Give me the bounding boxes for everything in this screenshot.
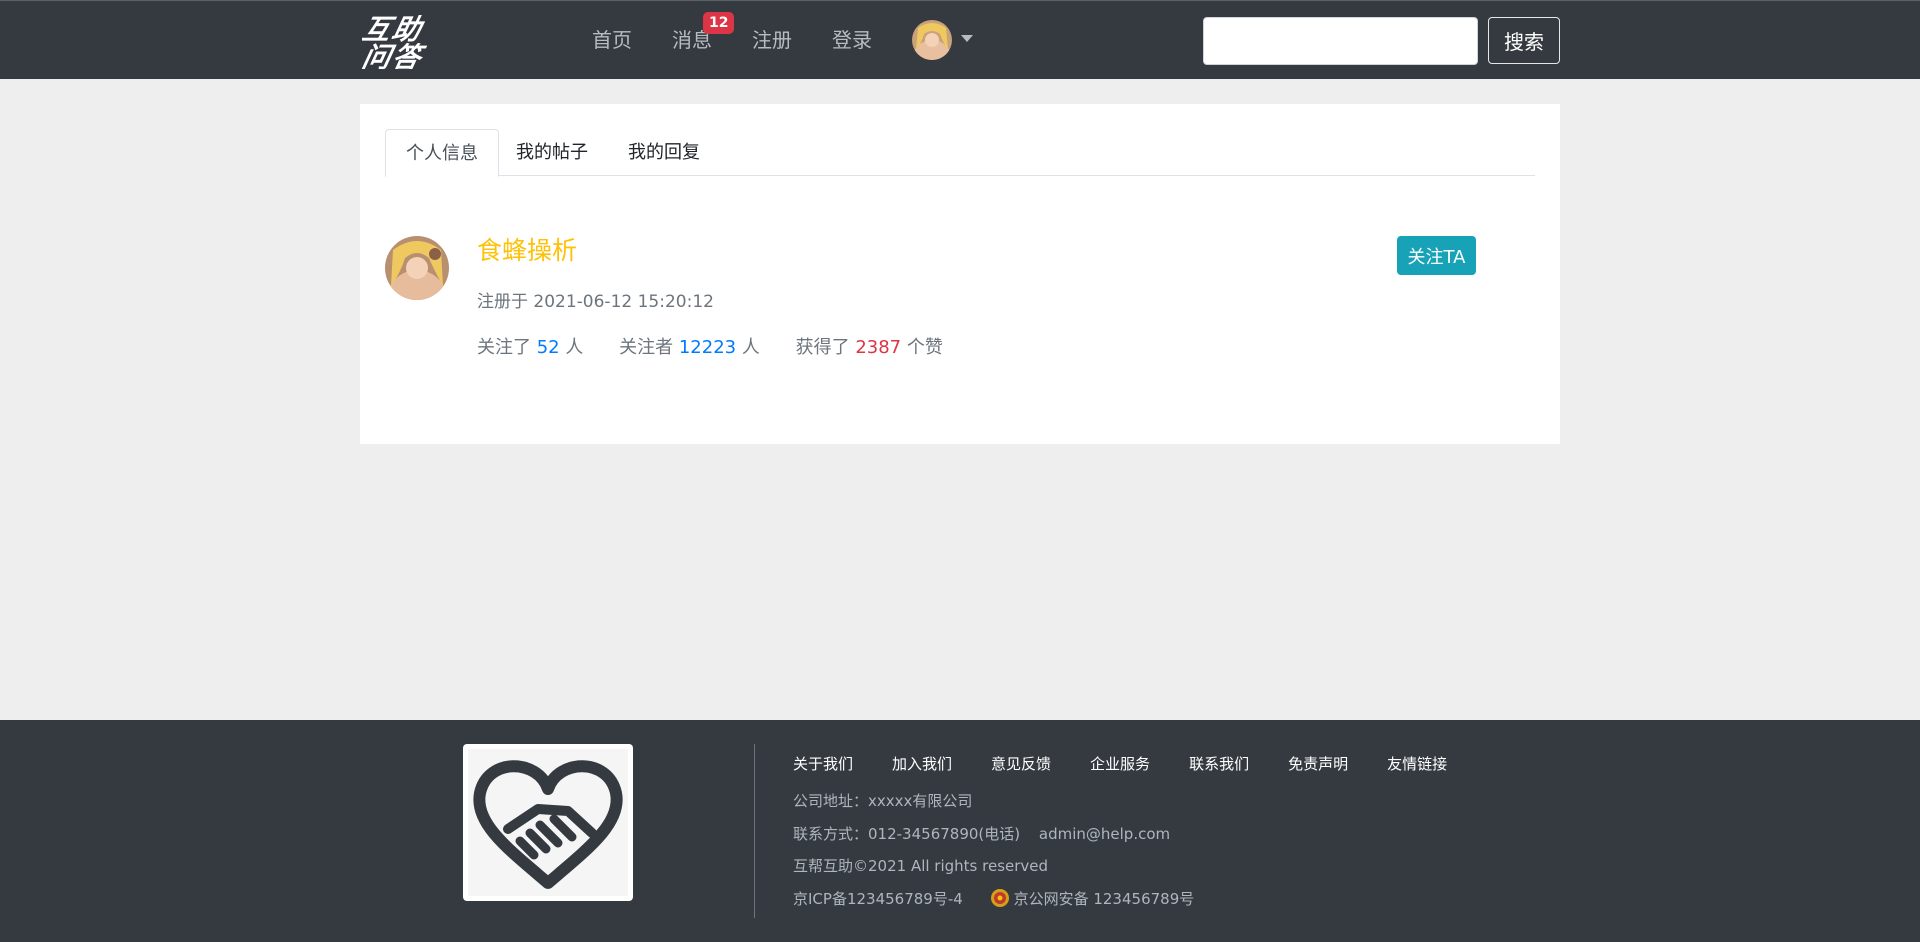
- police-record-number[interactable]: 京公网安备 123456789号: [1014, 890, 1195, 908]
- message-count-badge: 12: [703, 12, 735, 34]
- followers-count: 12223: [678, 337, 737, 358]
- tab-personal-info[interactable]: 个人信息: [385, 129, 499, 177]
- police-badge-icon: [990, 888, 1010, 908]
- footer-link-contact[interactable]: 联系我们: [1189, 753, 1249, 774]
- following-prefix: 关注了: [477, 337, 531, 358]
- tab-my-posts[interactable]: 我的帖子: [496, 129, 608, 177]
- followers-stat[interactable]: 关注者 12223 人: [619, 334, 760, 362]
- contact-phone: 012-34567890(电话): [868, 825, 1021, 843]
- contact-email[interactable]: admin@help.com: [1039, 825, 1170, 843]
- footer-links: 关于我们 加入我们 意见反馈 企业服务 联系我们 免责声明 友情链接: [793, 753, 1486, 774]
- likes-prefix: 获得了: [795, 337, 850, 358]
- search-button[interactable]: 搜索: [1488, 17, 1560, 64]
- likes-suffix: 个赞: [906, 337, 943, 358]
- registration-date: 注册于 2021-06-12 15:20:12: [477, 289, 714, 315]
- profile-username: 食蜂操析: [477, 236, 578, 265]
- follow-button[interactable]: 关注TA: [1397, 236, 1476, 275]
- registered-label: 注册于: [477, 292, 528, 312]
- footer-link-feedback[interactable]: 意见反馈: [991, 753, 1051, 774]
- footer-copyright: 互帮互助©2021 All rights reserved: [793, 857, 1049, 875]
- likes-stat: 获得了 2387 个赞: [796, 334, 943, 362]
- footer-logo: [463, 744, 633, 901]
- following-count: 52: [536, 337, 560, 358]
- footer-link-disclaimer[interactable]: 免责声明: [1288, 753, 1348, 774]
- chevron-down-icon[interactable]: [961, 35, 973, 42]
- footer-link-about[interactable]: 关于我们: [793, 753, 853, 774]
- profile-stats: 关注了 52 人 关注者 12223 人 获得了 2387 个赞: [477, 334, 973, 362]
- profile-card: 个人信息 我的帖子 我的回复 食蜂操析 注册于 2021-06-12 15:20…: [360, 104, 1560, 444]
- icp-number[interactable]: 京ICP备123456789号-4: [793, 890, 963, 908]
- footer-registration: 京ICP备123456789号-4 京公网安备 123456789号: [793, 888, 1194, 909]
- following-suffix: 人: [565, 337, 584, 358]
- tab-my-replies[interactable]: 我的回复: [608, 129, 720, 177]
- followers-suffix: 人: [741, 337, 760, 358]
- profile-avatar: [385, 236, 449, 300]
- contact-label: 联系方式：: [793, 825, 869, 843]
- following-stat[interactable]: 关注了 52 人: [477, 334, 583, 362]
- logo-line-2: 问答: [362, 41, 429, 69]
- followers-prefix: 关注者: [619, 337, 674, 358]
- footer-link-friends[interactable]: 友情链接: [1387, 753, 1447, 774]
- footer-divider: [754, 744, 755, 918]
- site-logo[interactable]: 互助 问答: [359, 13, 542, 74]
- search-input[interactable]: [1203, 17, 1478, 65]
- footer: 关于我们 加入我们 意见反馈 企业服务 联系我们 免责声明 友情链接 公司地址：xxxxx有…: [0, 720, 1920, 942]
- nav-login[interactable]: 登录: [832, 25, 872, 55]
- footer-link-enterprise[interactable]: 企业服务: [1090, 753, 1150, 774]
- handshake-heart-icon: [473, 760, 623, 889]
- footer-address: 公司地址：xxxxx有限公司: [793, 792, 973, 810]
- footer-link-join[interactable]: 加入我们: [892, 753, 952, 774]
- nav-home[interactable]: 首页: [592, 25, 632, 55]
- likes-count: 2387: [855, 337, 902, 358]
- profile-tabs: 个人信息 我的帖子 我的回复: [385, 129, 1535, 177]
- footer-contact: 联系方式：012-34567890(电话) admin@help.com: [793, 823, 1170, 844]
- user-avatar[interactable]: [912, 20, 952, 60]
- nav-register[interactable]: 注册: [752, 25, 792, 55]
- navbar: 互助 问答 首页 消息 12 注册 登录 搜索: [0, 0, 1920, 79]
- registered-at: 2021-06-12 15:20:12: [533, 292, 714, 312]
